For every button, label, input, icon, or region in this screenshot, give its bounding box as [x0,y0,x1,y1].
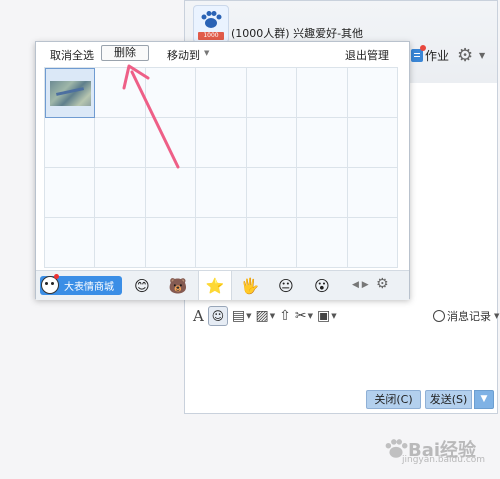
homework-icon [411,45,426,62]
input-toolbar: A ☺ ▤ ▼ ▨ ▼ ⇧ ✂ ▼ ▣ ▼ [193,306,337,326]
emoji-cell[interactable] [145,218,197,268]
emoji-cell[interactable] [297,168,348,218]
emoji-cell[interactable] [145,168,197,218]
emoji-cell-selected[interactable] [45,68,96,118]
emoji-cell[interactable] [297,218,348,268]
bear-icon: 🐻 [168,277,188,295]
chevron-down-icon[interactable]: ▼ [479,51,485,60]
manage-toolbar: 取消全选 删除 移动到 ▼ 退出管理 [36,42,409,64]
emoji-tab[interactable]: 😊 [126,274,158,298]
emoji-manage-panel: 取消全选 删除 移动到 ▼ 退出管理 大表情商城 😊 🐻 ⭐ 🖐 😐 😮 ◀ ▶ ⚙ [35,41,410,300]
face-sticker-icon: 😐 [278,277,294,295]
homework-label: 作业 [425,49,450,63]
emoji-cell[interactable] [145,118,197,168]
star-icon: ⭐ [205,276,225,295]
red-packet-icon[interactable]: ▣ ▼ [317,308,337,324]
move-to-button[interactable]: 移动到 [167,47,200,63]
emoji-cell[interactable] [347,168,398,218]
emoji-cell[interactable] [145,68,197,118]
emoji-cell[interactable] [95,218,146,268]
upload-icon[interactable]: ⇧ [279,308,291,324]
emoji-button[interactable]: ☺ [207,306,228,326]
tab-scroll-arrows[interactable]: ◀ ▶ [352,280,369,290]
group-title: (1000人群) 兴趣爱好-其他 [231,27,364,40]
chevron-down-icon[interactable]: ▼ [204,49,209,57]
emoji-cell[interactable] [95,118,146,168]
exit-manage-button[interactable]: 退出管理 [345,47,389,63]
clock-icon [433,310,445,322]
emoji-grid [44,67,398,268]
group-avatar[interactable]: 1000 [193,5,229,43]
notification-dot [54,274,59,279]
gif-icon[interactable]: ▤ ▼ [232,308,252,324]
message-history-button[interactable]: 消息记录 ▼ [433,308,499,324]
chevron-down-icon[interactable]: ▼ [246,312,251,320]
chevron-down-icon[interactable]: ▼ [308,312,313,320]
emoji-cell[interactable] [196,218,247,268]
emoji-cell[interactable] [196,68,247,118]
emoji-cell[interactable] [246,168,298,218]
gear-icon[interactable]: ⚙ [376,276,389,292]
emoji-tab[interactable]: 😮 [306,274,338,298]
paw-logo-icon [201,11,222,28]
emoji-cell[interactable] [45,168,96,218]
emoji-tab[interactable]: 🐻 [162,274,194,298]
emoji-cell[interactable] [347,68,398,118]
member-count-tag: 1000 [198,32,224,40]
emoji-cell[interactable] [95,168,146,218]
history-label: 消息记录 [447,310,491,323]
emoji-cell[interactable] [297,118,348,168]
emoji-cell[interactable] [246,218,298,268]
emoji-tab[interactable]: 🖐 [234,274,266,298]
emoji-cell[interactable] [347,118,398,168]
close-button[interactable]: 关闭(C) [366,390,421,409]
image-icon[interactable]: ▨ ▼ [255,308,275,324]
emoji-cell[interactable] [196,168,247,218]
emoji-cell[interactable] [246,68,298,118]
sticker-mall-button[interactable]: 大表情商城 [40,274,122,295]
cancel-select-all-button[interactable]: 取消全选 [50,47,94,63]
notification-dot [420,45,426,51]
send-button[interactable]: 发送(S) [425,390,472,409]
homework-button[interactable]: 作业 [411,45,450,64]
emoji-tab[interactable]: ⭐ [198,271,232,300]
smiley-icon: ☺ [211,309,225,323]
watermark-url: jingyan.baidu.com [402,455,486,465]
smiley-icon: 😊 [134,277,150,295]
chevron-down-icon[interactable]: ▼ [270,312,275,320]
penguin-sticker-icon: 😮 [314,277,330,295]
emoji-cell[interactable] [45,118,96,168]
emoji-cell[interactable] [196,118,247,168]
gear-icon[interactable]: ⚙ [457,45,473,66]
emoji-cell[interactable] [347,218,398,268]
emoji-cell[interactable] [95,68,146,118]
emoji-tab[interactable]: 😐 [270,274,302,298]
sticker-mall-label: 大表情商城 [64,282,114,293]
font-icon[interactable]: A [193,307,204,325]
scissors-icon[interactable]: ✂ ▼ [295,308,313,324]
delete-button[interactable]: 删除 [101,45,149,61]
send-options-chevron-icon[interactable]: ▼ [474,390,494,409]
emoji-thumbnail [50,81,91,106]
chevron-down-icon: ▼ [494,312,500,320]
emoji-cell[interactable] [297,68,348,118]
sticker-icon: 🖐 [240,277,260,295]
emoji-tab-bar: 大表情商城 😊 🐻 ⭐ 🖐 😐 😮 ◀ ▶ ⚙ [36,270,409,300]
watermark: Bai经验 jingyan.baidu.com [384,426,496,472]
emoji-cell[interactable] [246,118,298,168]
emoji-cell[interactable] [45,218,96,268]
chevron-down-icon[interactable]: ▼ [331,312,336,320]
